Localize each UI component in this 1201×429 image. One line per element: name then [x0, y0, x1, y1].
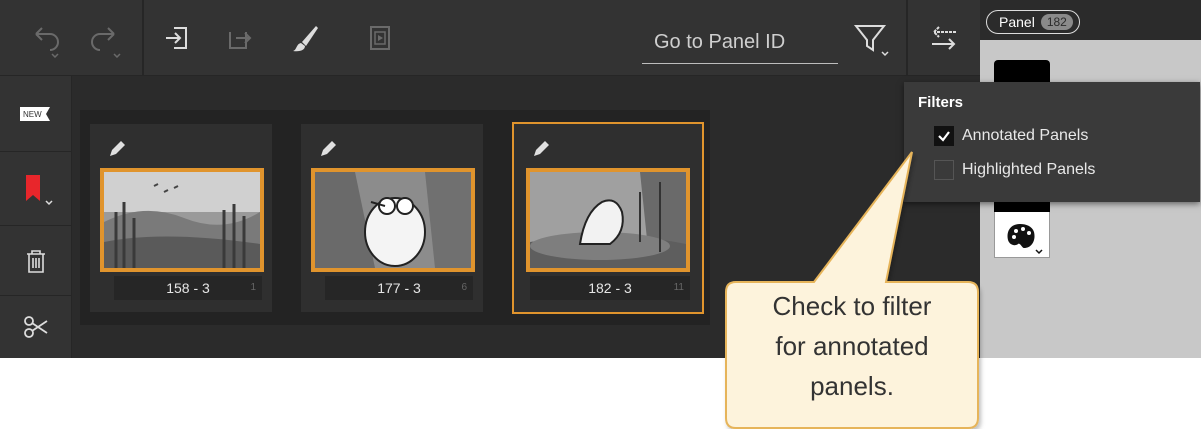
callout-line: for annotated: [775, 331, 929, 361]
callout-line: panels.: [810, 371, 894, 401]
callout-text: Check to filter for annotated panels.: [726, 286, 978, 406]
callout-bubble: [725, 151, 979, 429]
callout-line: Check to filter: [772, 291, 932, 321]
screenshot-root: Go to Panel ID NEW 158 - 3 1 177 - 3 6 1…: [0, 0, 1201, 429]
